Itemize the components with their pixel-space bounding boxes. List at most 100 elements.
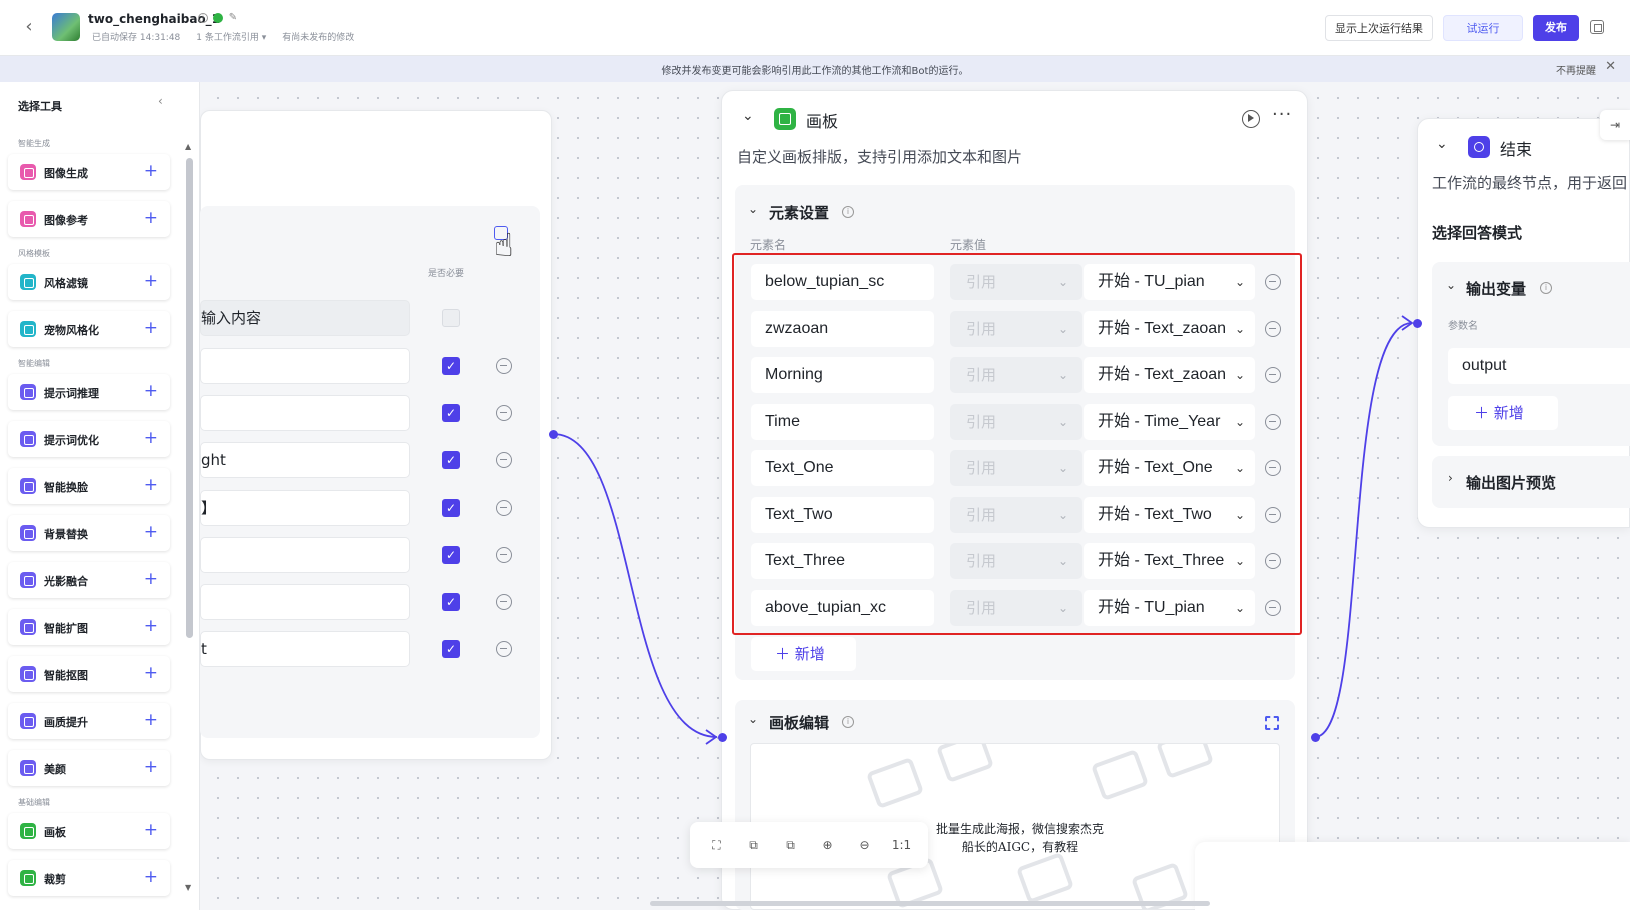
board-node-output-port[interactable] (1311, 733, 1320, 742)
chevron-down-icon[interactable]: ⌄ (748, 712, 758, 726)
start-input-row[interactable]: 输入内容 (200, 300, 410, 336)
zoom-out-icon[interactable]: ⊖ (854, 834, 876, 856)
actual-size-button[interactable]: 1:1 (891, 834, 913, 856)
tool-item[interactable]: 智能扩图 + (8, 609, 170, 645)
collapse-panel-icon[interactable]: ‹ (158, 94, 163, 108)
plus-icon[interactable]: + (144, 616, 158, 636)
tool-item[interactable]: 光影融合 + (8, 562, 170, 598)
close-icon[interactable]: ✕ (1605, 59, 1616, 74)
tool-item[interactable]: 智能抠图 + (8, 656, 170, 692)
more-icon[interactable]: ··· (1272, 104, 1292, 125)
tool-item[interactable]: 背景替换 + (8, 515, 170, 551)
info-icon[interactable]: i (842, 206, 854, 218)
tool-item[interactable]: 智能换脸 + (8, 468, 170, 504)
output-param-field[interactable]: output (1448, 348, 1630, 384)
tool-item[interactable]: 裁剪 + (8, 860, 170, 896)
chevron-down-icon[interactable]: ⌄ (1446, 278, 1456, 292)
plus-icon[interactable]: + (144, 569, 158, 589)
start-input-row[interactable]: 】 (200, 490, 410, 526)
scroll-down-icon[interactable]: ▼ (185, 883, 191, 892)
trial-run-button[interactable]: 试运行 (1443, 15, 1523, 41)
start-input-row[interactable]: t (200, 631, 410, 667)
edit-icon[interactable]: ✎ (228, 13, 238, 23)
remove-icon[interactable] (496, 358, 512, 374)
remove-icon[interactable] (496, 641, 512, 657)
plus-icon[interactable]: + (144, 271, 158, 291)
publish-button[interactable]: 发布 (1533, 15, 1579, 41)
show-last-run-button[interactable]: 显示上次运行结果 (1325, 15, 1433, 41)
required-checkbox[interactable]: ✓ (442, 640, 460, 658)
tool-item[interactable]: 画质提升 + (8, 703, 170, 739)
remove-icon[interactable] (496, 547, 512, 563)
chevron-down-icon[interactable]: ⌄ (742, 108, 754, 124)
tool-item[interactable]: 风格滤镜 + (8, 264, 170, 300)
start-input-row[interactable] (200, 537, 410, 573)
tool-item[interactable]: 提示词优化 + (8, 421, 170, 457)
info-icon[interactable]: i (842, 716, 854, 728)
start-node-output-port[interactable] (549, 430, 558, 439)
tool-item[interactable]: 提示词推理 + (8, 374, 170, 410)
tool-item[interactable]: 画板 + (8, 813, 170, 849)
remove-icon[interactable] (496, 594, 512, 610)
tool-icon (20, 666, 36, 682)
required-checkbox[interactable]: ✓ (442, 546, 460, 564)
auto-layout-icon[interactable]: ⧉ (743, 834, 765, 856)
start-input-row[interactable] (200, 348, 410, 384)
zoom-in-icon[interactable]: ⊕ (817, 834, 839, 856)
plus-icon[interactable]: + (144, 522, 158, 542)
lock-layout-icon[interactable]: ⧉ (780, 834, 802, 856)
plus-icon[interactable]: + (144, 381, 158, 401)
plus-icon[interactable]: + (144, 867, 158, 887)
scroll-up-icon[interactable]: ▲ (185, 142, 191, 151)
start-input-row[interactable] (200, 584, 410, 620)
chevron-down-icon[interactable]: ⌄ (1436, 136, 1448, 152)
fullscreen-icon[interactable]: ⛶ (706, 834, 728, 856)
plus-icon[interactable]: + (144, 757, 158, 777)
plus-icon[interactable]: + (144, 318, 158, 338)
back-arrow-icon[interactable]: ‹ (18, 16, 40, 38)
references-dropdown[interactable]: 1 条工作流引用 ▾ (196, 30, 266, 43)
tool-item[interactable]: 美颜 + (8, 750, 170, 786)
required-checkbox[interactable]: ✓ (442, 451, 460, 469)
remove-icon[interactable] (496, 405, 512, 421)
end-node-title: 结束 (1500, 140, 1533, 159)
plus-icon[interactable]: + (144, 820, 158, 840)
panel-toggle-icon[interactable]: ⇥ (1600, 110, 1630, 140)
required-checkbox[interactable]: ✓ (442, 499, 460, 517)
chevron-right-icon[interactable]: › (1448, 471, 1453, 485)
start-input-row[interactable] (200, 395, 410, 431)
tool-item[interactable]: 宠物风格化 + (8, 311, 170, 347)
plus-icon[interactable]: + (144, 161, 158, 181)
info-icon[interactable]: i (198, 13, 208, 23)
required-checkbox[interactable]: ✓ (442, 593, 460, 611)
required-checkbox[interactable]: ✓ (442, 357, 460, 375)
tool-icon (20, 211, 36, 227)
tool-item[interactable]: 图像参考 + (8, 201, 170, 237)
info-icon[interactable]: i (1540, 282, 1552, 294)
preview-text-line-1: 批量生成此海报，微信搜索杰克 (935, 822, 1104, 836)
play-icon[interactable] (1242, 110, 1260, 128)
window-copy-icon[interactable] (1590, 20, 1604, 34)
end-node-input-port[interactable] (1413, 319, 1422, 328)
tool-panel-scrollbar[interactable]: ▲ ▼ (185, 142, 193, 902)
add-element-button[interactable]: ＋ 新增 (751, 637, 856, 671)
tool-icon (20, 823, 36, 839)
notice-dismiss-link[interactable]: 不再提醒 (1556, 62, 1596, 77)
start-input-row[interactable]: ght (200, 442, 410, 478)
plus-icon[interactable]: + (144, 428, 158, 448)
remove-icon[interactable] (496, 452, 512, 468)
plus-icon[interactable]: + (144, 710, 158, 730)
expand-icon[interactable] (1265, 716, 1279, 730)
chevron-down-icon[interactable]: ⌄ (748, 202, 758, 216)
remove-icon[interactable] (496, 500, 512, 516)
required-checkbox[interactable] (442, 309, 460, 327)
horizontal-scrollbar[interactable] (650, 901, 1210, 906)
board-node-input-port[interactable] (718, 733, 727, 742)
tool-item[interactable]: 图像生成 + (8, 154, 170, 190)
plus-icon[interactable]: + (144, 208, 158, 228)
required-checkbox[interactable]: ✓ (442, 404, 460, 422)
scroll-thumb[interactable] (186, 158, 193, 638)
plus-icon[interactable]: + (144, 663, 158, 683)
plus-icon[interactable]: + (144, 475, 158, 495)
add-output-button[interactable]: ＋ 新增 (1448, 396, 1558, 430)
